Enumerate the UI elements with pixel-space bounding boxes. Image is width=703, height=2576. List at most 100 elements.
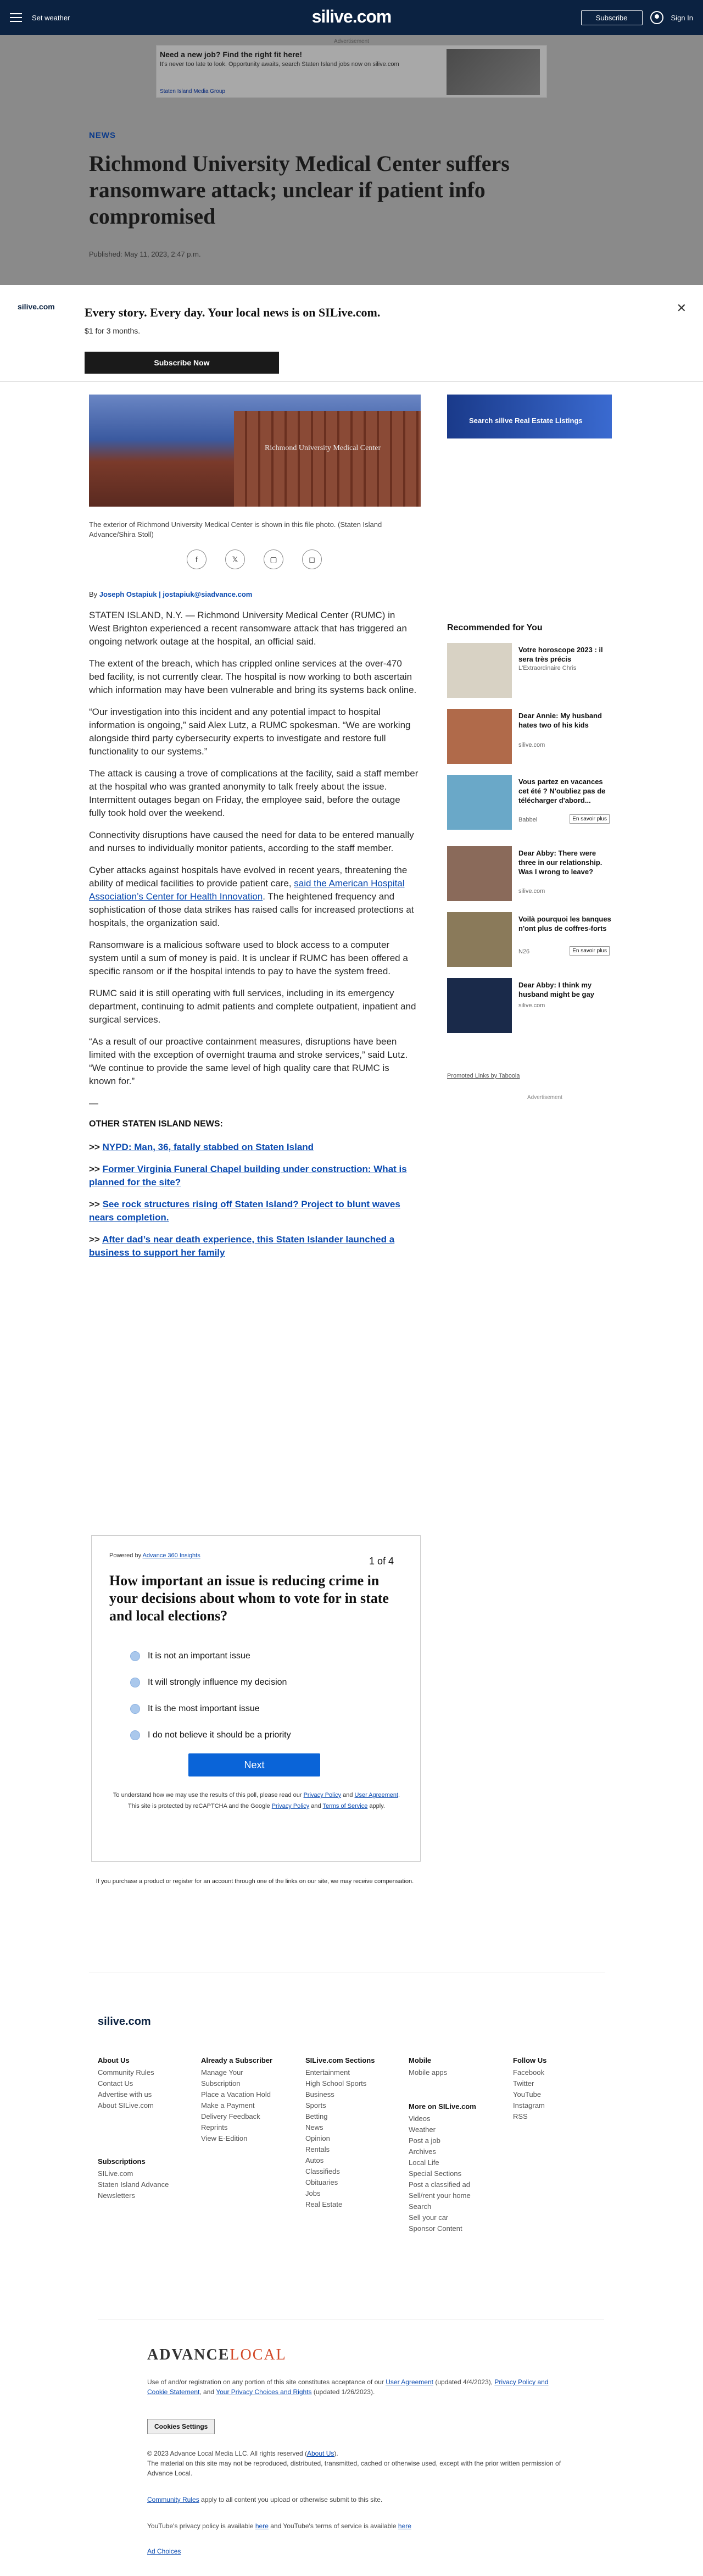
footer-link[interactable]: Facebook (513, 2067, 546, 2078)
footer-link[interactable]: Post a job (409, 2135, 476, 2146)
recommended-item[interactable]: Votre horoscope 2023 : il sera très préc… (447, 643, 612, 698)
learn-more-button[interactable]: En savoir plus (570, 946, 610, 956)
poll-next-button[interactable]: Next (188, 1753, 320, 1776)
bookmark-icon[interactable]: ▢ (264, 549, 283, 569)
footer-link[interactable]: Advertise with us (98, 2089, 154, 2100)
byline-prefix: By (89, 590, 98, 598)
footer-link[interactable]: Reprints (201, 2122, 283, 2133)
footer-link[interactable]: Make a Payment (201, 2100, 283, 2111)
about-us-link[interactable]: About Us (307, 2450, 334, 2457)
footer-link[interactable]: Business (305, 2089, 375, 2100)
recommended-item[interactable]: Dear Abby: There were three in our relat… (447, 846, 612, 901)
poll-provider-link[interactable]: Advance 360 Insights (143, 1552, 200, 1559)
subscribe-button[interactable]: Subscribe (581, 10, 643, 25)
footer-link[interactable]: Sponsor Content (409, 2223, 476, 2234)
comments-icon[interactable]: ◻ (302, 549, 322, 569)
recommended-item[interactable]: Dear Abby: I think my husband might be g… (447, 978, 612, 1039)
learn-more-button[interactable]: En savoir plus (570, 814, 610, 824)
footer-link[interactable]: Local Life (409, 2157, 476, 2168)
footer-link[interactable]: Obituaries (305, 2177, 375, 2188)
footer-link[interactable]: High School Sports (305, 2078, 375, 2089)
radio-button[interactable] (130, 1678, 140, 1687)
footer-link[interactable]: News (305, 2122, 375, 2133)
other-news-link[interactable]: After dad’s near death experience, this … (89, 1234, 394, 1258)
footer-link[interactable]: Contact Us (98, 2078, 154, 2089)
user-agreement-link[interactable]: User Agreement (386, 2378, 433, 2386)
youtube-policy-text: YouTube's privacy policy is available he… (147, 2522, 411, 2530)
footer-link[interactable]: Weather (409, 2124, 476, 2135)
footer-link[interactable]: Jobs (305, 2188, 375, 2199)
footer-link[interactable]: Entertainment (305, 2067, 375, 2078)
facebook-share-icon[interactable]: f (187, 549, 207, 569)
youtube-privacy-link[interactable]: here (255, 2522, 269, 2530)
poll-option[interactable]: It is the most important issue (130, 1704, 260, 1714)
weather-link[interactable]: Set weather (32, 14, 70, 22)
affiliate-disclaimer: If you purchase a product or register fo… (96, 1878, 414, 1885)
footer-link[interactable]: Sell your car (409, 2212, 476, 2223)
rail-ad[interactable]: Search silive Real Estate Listings (447, 395, 612, 438)
footer-link[interactable]: Post a classified ad (409, 2179, 476, 2190)
menu-icon[interactable] (10, 13, 22, 22)
twitter-share-icon[interactable]: 𝕏 (225, 549, 245, 569)
radio-button[interactable] (130, 1730, 140, 1740)
footer-link[interactable]: Mobile apps (409, 2067, 447, 2078)
top-ad-subtitle: It's never too late to look. Opportunity… (160, 61, 399, 68)
footer-link[interactable]: Twitter (513, 2078, 546, 2089)
google-privacy-link[interactable]: Privacy Policy (272, 1803, 309, 1809)
section-label[interactable]: NEWS (89, 131, 116, 140)
advance-local-logo[interactable]: ADVANCELOCAL (147, 2346, 287, 2364)
footer-link[interactable]: Delivery Feedback (201, 2111, 283, 2122)
recommended-item[interactable]: Vous partez en vacances cet été ? N'oubl… (447, 775, 612, 835)
recommended-item[interactable]: Voilà pourquoi les banques n'ont plus de… (447, 912, 612, 967)
radio-button[interactable] (130, 1651, 140, 1661)
youtube-terms-link[interactable]: here (398, 2522, 411, 2530)
footer-link[interactable]: Search (409, 2201, 476, 2212)
footer-link[interactable]: Staten Island Advance (98, 2179, 169, 2190)
radio-button[interactable] (130, 1704, 140, 1714)
footer-link[interactable]: Sell/rent your home (409, 2190, 476, 2201)
community-rules-link[interactable]: Community Rules (147, 2496, 199, 2503)
footer-link[interactable]: About SILive.com (98, 2100, 154, 2111)
signin-link[interactable]: Sign In (671, 14, 693, 22)
footer-link[interactable]: View E-Edition (201, 2133, 283, 2144)
user-icon[interactable] (650, 11, 663, 24)
other-news-link[interactable]: NYPD: Man, 36, fatally stabbed on Staten… (103, 1142, 314, 1152)
footer-link[interactable]: Rentals (305, 2144, 375, 2155)
footer-link[interactable]: Special Sections (409, 2168, 476, 2179)
top-ad-banner[interactable]: Need a new job? Find the right fit here!… (156, 45, 547, 98)
other-news-link[interactable]: See rock structures rising off Staten Is… (89, 1199, 400, 1223)
footer-link[interactable]: Newsletters (98, 2190, 169, 2201)
footer-link[interactable]: SILive.com (98, 2168, 169, 2179)
subscribe-now-button[interactable]: Subscribe Now (85, 352, 279, 374)
footer-link[interactable]: Sports (305, 2100, 375, 2111)
footer-logo[interactable]: silive.com (98, 2016, 151, 2028)
footer-link[interactable]: YouTube (513, 2089, 546, 2100)
footer-link[interactable]: Real Estate (305, 2199, 375, 2210)
close-icon[interactable]: ✕ (677, 301, 687, 315)
footer-link[interactable]: Archives (409, 2146, 476, 2157)
recommended-item[interactable]: Dear Annie: My husband hates two of his … (447, 709, 612, 764)
cookies-settings-button[interactable]: Cookies Settings (147, 2419, 215, 2434)
footer-link[interactable]: Videos (409, 2113, 476, 2124)
footer-link[interactable]: Manage Your Subscription (201, 2067, 283, 2089)
author-link[interactable]: Joseph Ostapiuk | jostapiuk@siadvance.co… (99, 590, 253, 598)
site-logo[interactable]: silive.com (312, 7, 392, 27)
footer-link[interactable]: Betting (305, 2111, 375, 2122)
user-agreement-link[interactable]: User Agreement (355, 1792, 398, 1798)
privacy-policy-link[interactable]: Privacy Policy (304, 1792, 341, 1798)
terms-of-service-link[interactable]: Terms of Service (322, 1803, 367, 1809)
footer-link[interactable]: Classifieds (305, 2166, 375, 2177)
ad-choices-link[interactable]: Ad Choices (147, 2547, 181, 2555)
poll-option[interactable]: It is not an important issue (130, 1651, 250, 1661)
poll-option[interactable]: I do not believe it should be a priority (130, 1730, 291, 1740)
taboola-link[interactable]: Promoted Links by Taboola (447, 1073, 520, 1079)
privacy-choices-link[interactable]: Your Privacy Choices and Rights (216, 2388, 311, 2396)
footer-link[interactable]: Autos (305, 2155, 375, 2166)
footer-link[interactable]: Opinion (305, 2133, 375, 2144)
footer-link[interactable]: Instagram (513, 2100, 546, 2111)
poll-option[interactable]: It will strongly influence my decision (130, 1678, 287, 1687)
footer-link[interactable]: Community Rules (98, 2067, 154, 2078)
other-news-link[interactable]: Former Virginia Funeral Chapel building … (89, 1164, 407, 1187)
footer-link[interactable]: RSS (513, 2111, 546, 2122)
footer-link[interactable]: Place a Vacation Hold (201, 2089, 283, 2100)
